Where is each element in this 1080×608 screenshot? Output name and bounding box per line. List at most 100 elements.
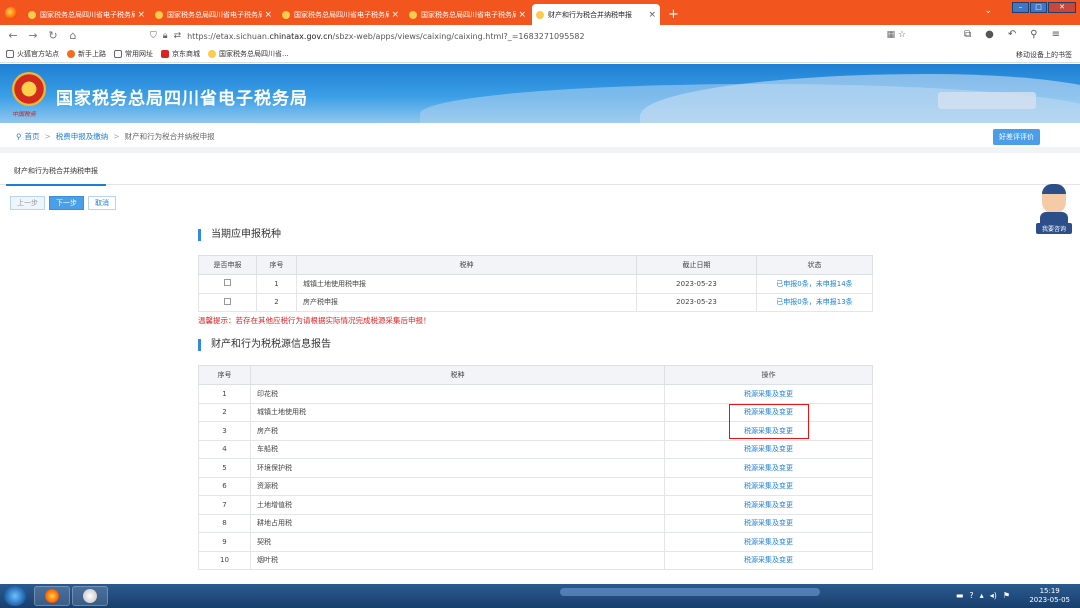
- maximize-button[interactable]: □: [1030, 2, 1047, 13]
- firefox-icon[interactable]: [0, 0, 22, 25]
- tab-property-tax-filing[interactable]: 财产和行为税合并纳税申报: [6, 166, 106, 186]
- screenshot-icon[interactable]: ⧉: [964, 29, 971, 40]
- extensions-icon[interactable]: ⚲: [1030, 29, 1037, 40]
- close-tab-icon[interactable]: ×: [391, 10, 399, 20]
- browser-tab-active[interactable]: 财产和行为税合并纳税申报 ×: [532, 4, 660, 25]
- assistant-avatar[interactable]: 我要咨询: [1036, 182, 1072, 234]
- app-icon: [83, 589, 97, 603]
- table-row: 5 环境保护税 税源采集及变更: [198, 458, 873, 478]
- bookmark-item[interactable]: 新手上路: [67, 49, 106, 59]
- tax-favicon-icon: [536, 10, 544, 19]
- tax-source-collect-link[interactable]: 税源采集及变更: [664, 476, 873, 496]
- home-icon[interactable]: ⌂: [66, 29, 80, 42]
- toolbar-icons: ⧉ ● ↶ ⚲ ≡: [964, 29, 1060, 40]
- table-row: 2 房产税申报 2023-05-23 已申报0条，未申报13条: [198, 292, 873, 312]
- bookmarks-bar: 火狐官方站点 新手上路 常用网址 京东商城 国家税务总局四川省... 移动设备上…: [0, 46, 1080, 63]
- bookmark-item[interactable]: 火狐官方站点: [6, 49, 59, 59]
- browser-tab[interactable]: 国家税务总局四川省电子税务局 ×: [151, 4, 276, 25]
- close-tab-icon[interactable]: ×: [518, 10, 526, 20]
- back-arrow-icon[interactable]: ←: [6, 29, 20, 42]
- tax-favicon-icon: [409, 10, 417, 19]
- current-tax-table: 是否申报 序号 税种 截止日期 状态 1 城镇土地使用税申报 2023-05-2…: [198, 255, 873, 312]
- site-title: 国家税务总局四川省电子税务局: [56, 89, 308, 109]
- chat-icon[interactable]: ●: [985, 29, 994, 40]
- window-controls: – □ ✕: [1012, 2, 1076, 13]
- permissions-icon[interactable]: ⇄: [174, 31, 182, 41]
- table-row: 4 车船税 税源采集及变更: [198, 439, 873, 459]
- flag-icon[interactable]: ⚑: [1003, 591, 1010, 600]
- declare-checkbox[interactable]: [224, 297, 231, 305]
- volume-icon[interactable]: ◂): [990, 591, 997, 600]
- mobile-bookmarks[interactable]: 移动设备上的书签: [1016, 50, 1072, 60]
- tax-source-collect-link[interactable]: 税源采集及变更: [664, 513, 873, 533]
- reload-icon[interactable]: ↻: [46, 29, 60, 42]
- breadcrumb-current: 财产和行为税合并纳税申报: [124, 131, 215, 141]
- qr-code-icon[interactable]: ▦ ☆: [887, 30, 906, 40]
- prev-step-button[interactable]: 上一步: [10, 196, 45, 210]
- menu-icon[interactable]: ≡: [1052, 29, 1060, 40]
- new-tab-button[interactable]: +: [668, 4, 679, 25]
- status-link[interactable]: 已申报0条，未申报14条: [756, 274, 873, 294]
- tax-source-collect-link[interactable]: 税源采集及变更: [664, 384, 873, 404]
- site-banner: 中国税务 国家税务总局四川省电子税务局: [0, 64, 1080, 123]
- taskbar-app[interactable]: [72, 586, 108, 606]
- consult-label[interactable]: 我要咨询: [1036, 223, 1072, 234]
- breadcrumb-level1[interactable]: 税费申报及缴纳: [56, 131, 109, 142]
- breadcrumb: ⚲ 首页 > 税费申报及缴纳 > 财产和行为税合并纳税申报: [0, 125, 1080, 153]
- tax-favicon-icon: [28, 10, 36, 19]
- table-row: 10 烟叶税 税源采集及变更: [198, 550, 873, 570]
- minimize-button[interactable]: –: [1012, 2, 1029, 13]
- bookmark-item[interactable]: 京东商城: [161, 49, 200, 59]
- cancel-button[interactable]: 取消: [88, 196, 116, 210]
- close-tab-icon[interactable]: ×: [137, 10, 145, 20]
- browser-tab[interactable]: 国家税务总局四川省电子税务局 ×: [24, 4, 149, 25]
- evaluation-button[interactable]: 好差评评价: [993, 129, 1040, 145]
- bookmark-item[interactable]: 国家税务总局四川省...: [208, 49, 289, 59]
- tax-source-collect-link[interactable]: 税源采集及变更: [664, 532, 873, 552]
- tax-source-collect-link[interactable]: 税源采集及变更: [664, 550, 873, 570]
- help-icon[interactable]: ?: [969, 591, 973, 600]
- table-row: 8 耕地占用税 税源采集及变更: [198, 513, 873, 533]
- section-title-current-taxes: 当期应申报税种: [198, 229, 281, 241]
- close-tab-icon[interactable]: ×: [264, 10, 272, 20]
- expand-tray-icon[interactable]: ▴: [980, 591, 984, 600]
- taskbar-firefox[interactable]: [34, 586, 70, 606]
- page-tab-bar: 财产和行为税合并纳税申报: [0, 159, 1080, 186]
- bookmark-item[interactable]: 常用网址: [114, 49, 153, 59]
- warning-text: 温馨提示：若存在其他应税行为请根据实际情况完成税源采集后申报！: [198, 316, 431, 325]
- emblem-caption: 中国税务: [12, 111, 37, 118]
- browser-tab-bar: 国家税务总局四川省电子税务局 × 国家税务总局四川省电子税务局 × 国家税务总局四川…: [0, 0, 1080, 25]
- keyboard-icon[interactable]: ▬: [956, 591, 964, 600]
- tax-source-collect-link[interactable]: 税源采集及变更: [664, 458, 873, 478]
- breadcrumb-home[interactable]: 首页: [25, 131, 40, 142]
- system-tray: ▬ ? ▴ ◂) ⚑: [956, 591, 1010, 600]
- table-row: 9 契税 税源采集及变更: [198, 532, 873, 552]
- location-pin-icon: ⚲: [16, 131, 22, 141]
- forward-arrow-icon[interactable]: →: [26, 29, 40, 42]
- avatar-head: [1042, 184, 1066, 214]
- firefox-icon: [67, 50, 75, 58]
- shield-icon[interactable]: ⛉: [150, 31, 157, 41]
- browser-tab[interactable]: 国家税务总局四川省电子税务局 ×: [405, 4, 530, 25]
- start-button[interactable]: [4, 586, 26, 606]
- url-text[interactable]: https://etax.sichuan.chinatax.gov.cn/sbz…: [187, 32, 584, 41]
- tax-favicon-icon: [282, 10, 290, 19]
- undo-icon[interactable]: ↶: [1008, 29, 1016, 40]
- chevron-down-icon[interactable]: ⌄: [984, 6, 992, 16]
- lock-icon[interactable]: 🔒︎: [163, 31, 168, 41]
- clock[interactable]: 15:19 2023-05-05: [1029, 587, 1070, 605]
- browser-tab[interactable]: 国家税务总局四川省电子税务局 ×: [278, 4, 403, 25]
- status-link[interactable]: 已申报0条，未申报13条: [756, 292, 873, 312]
- tax-source-table: 序号 税种 操作 1 印花税 税源采集及变更 2 城镇土地使用税 税源采集及变更 3 房产税税…: [198, 365, 873, 570]
- jd-icon: [161, 50, 169, 58]
- tax-favicon-icon: [155, 10, 163, 19]
- tax-source-collect-link[interactable]: 税源采集及变更: [664, 439, 873, 459]
- table-row: 1 城镇土地使用税申报 2023-05-23 已申报0条，未申报14条: [198, 274, 873, 294]
- close-tab-icon[interactable]: ×: [648, 10, 656, 20]
- table-row: 7 土地增值税 税源采集及变更: [198, 495, 873, 515]
- declare-checkbox[interactable]: [224, 279, 231, 287]
- tax-source-collect-link[interactable]: 税源采集及变更: [664, 495, 873, 515]
- close-window-button[interactable]: ✕: [1048, 2, 1076, 13]
- url-bar[interactable]: ⛉ 🔒︎ ⇄ https://etax.sichuan.chinatax.gov…: [150, 28, 910, 44]
- next-step-button[interactable]: 下一步: [49, 196, 84, 210]
